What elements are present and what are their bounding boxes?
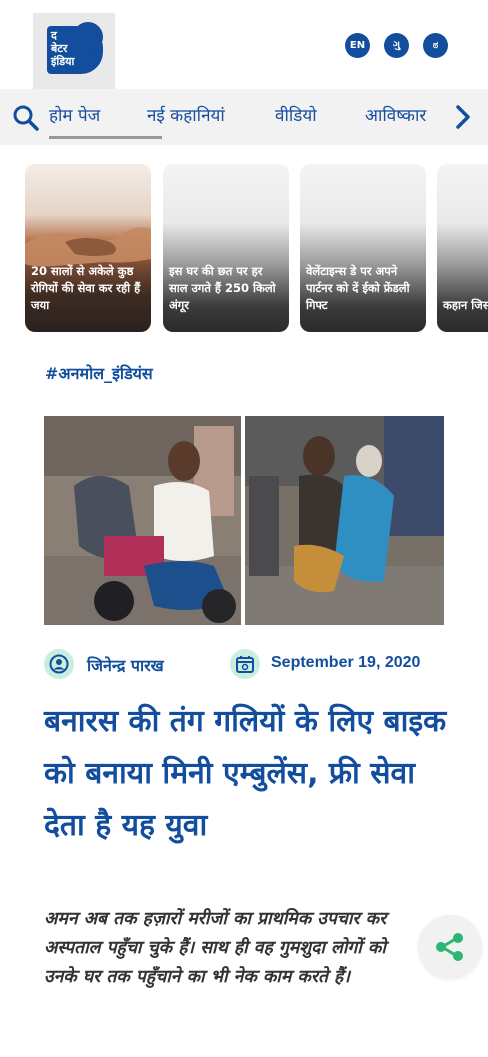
- nav-item-home[interactable]: होम पेज: [49, 103, 100, 126]
- story-title: 20 सालों से अकेले कुष्ठ रोगियों की सेवा …: [31, 264, 141, 312]
- site-logo[interactable]: द बेटर इंडिया: [33, 13, 115, 89]
- story-title: इस घर की छत पर हर साल उगते हैं 250 किलो …: [169, 264, 276, 312]
- language-english-button[interactable]: EN: [345, 33, 370, 58]
- story-card[interactable]: इस घर की छत पर हर साल उगते हैं 250 किलो …: [163, 164, 289, 332]
- author-name[interactable]: जिनेन्द्र पारख: [87, 654, 164, 676]
- story-carousel: 20 सालों से अकेले कुष्ठ रोगियों की सेवा …: [25, 164, 488, 334]
- nav-item-videos[interactable]: वीडियो: [275, 103, 317, 126]
- category-nav: होम पेज नई कहानियां वीडियो आविष्कार: [0, 89, 488, 145]
- logo-text: द बेटर इंडिया: [51, 29, 74, 68]
- logo-line-2: बेटर: [51, 42, 68, 55]
- story-card[interactable]: कहान जिस दुनिय: [437, 164, 488, 332]
- article-summary: अमन अब तक हज़ारों मरीजों का प्राथमिक उपच…: [44, 909, 387, 987]
- logo-line-1: द: [51, 29, 57, 42]
- story-title: कहान जिस दुनिय: [443, 298, 488, 312]
- site-header: द बेटर इंडिया EN ગુ ಠ: [0, 0, 488, 90]
- chevron-right-icon[interactable]: [451, 103, 475, 131]
- publish-date: September 19, 2020: [271, 654, 421, 671]
- nav-item-new-stories[interactable]: नई कहानियां: [147, 103, 225, 126]
- story-card[interactable]: वेलेंटाइन्स डे पर अपने पार्टनर को दें ईक…: [300, 164, 426, 332]
- nav-item-innovations[interactable]: आविष्कार: [365, 103, 426, 126]
- language-gujarati-button[interactable]: ગુ: [384, 33, 409, 58]
- share-button[interactable]: [418, 915, 482, 979]
- share-icon: [436, 933, 463, 961]
- story-card[interactable]: 20 सालों से अकेले कुष्ठ रोगियों की सेवा …: [25, 164, 151, 332]
- article-tag[interactable]: #अनमोल_इंडियंस: [45, 362, 153, 384]
- search-icon[interactable]: [12, 104, 40, 132]
- active-nav-indicator: [49, 136, 162, 139]
- article-hero-image: [44, 416, 444, 625]
- calendar-icon: [230, 649, 260, 679]
- hero-photo: [44, 416, 444, 625]
- language-kannada-button[interactable]: ಠ: [423, 33, 448, 58]
- article-title: बनारस की तंग गलियों के लिए बाइक को बनाया…: [44, 704, 447, 843]
- author-icon: [44, 649, 74, 679]
- story-title: वेलेंटाइन्स डे पर अपने पार्टनर को दें ईक…: [306, 264, 410, 312]
- logo-line-3: इंडिया: [51, 55, 75, 68]
